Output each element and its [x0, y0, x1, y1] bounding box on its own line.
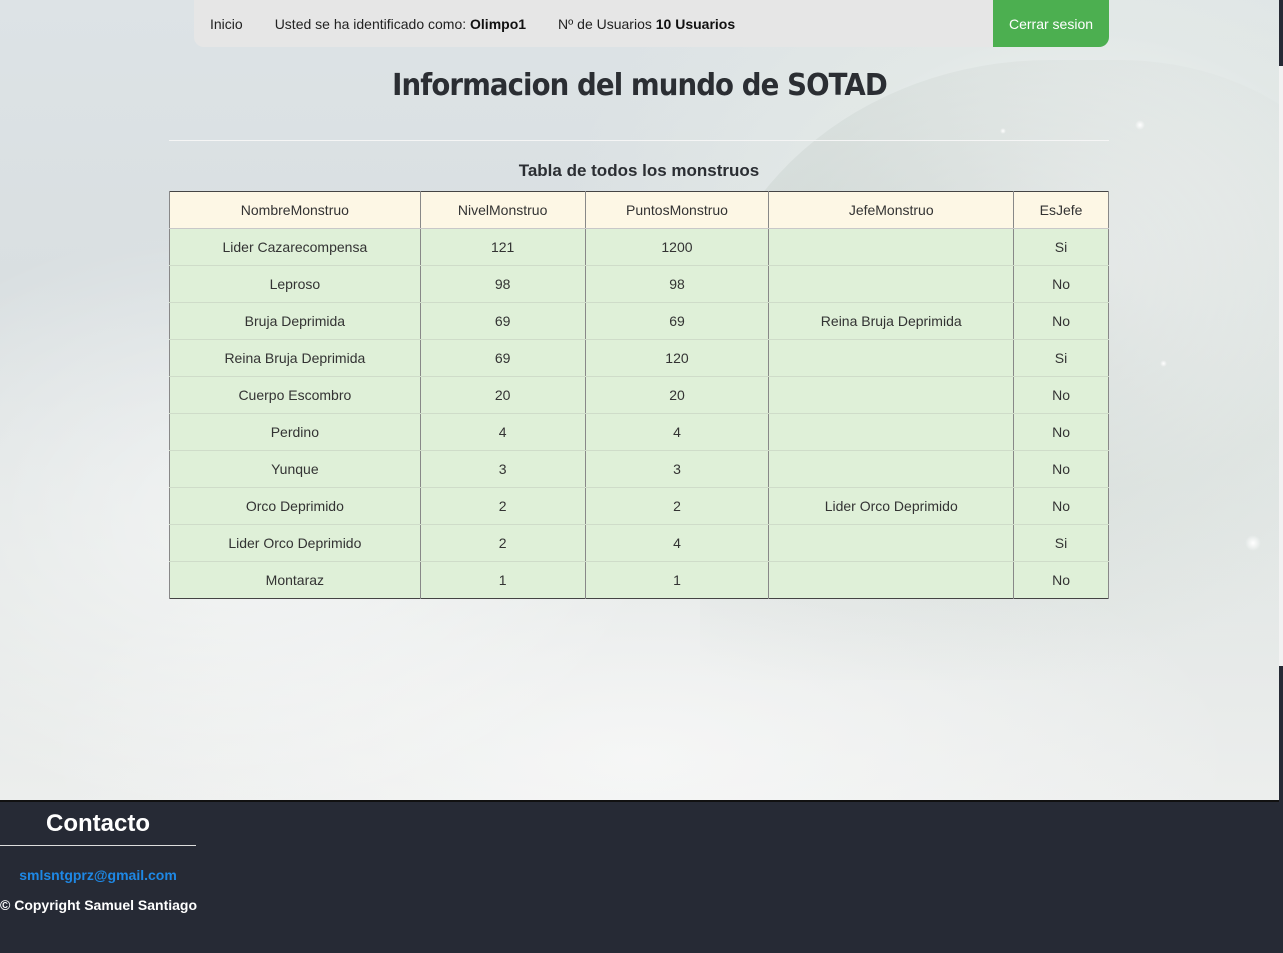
table-row: Perdino 4 4 No	[169, 413, 1109, 451]
cell-is-boss: No	[1013, 413, 1109, 451]
cell-is-boss: Si	[1013, 228, 1109, 266]
logged-username: Olimpo1	[470, 15, 527, 32]
cell-name: Yunque	[169, 450, 421, 488]
cell-name: Lider Orco Deprimido	[169, 524, 421, 562]
cell-points: 69	[584, 302, 770, 340]
table-row: Reina Bruja Deprimida 69 120 Si	[169, 339, 1109, 377]
nav-home-link[interactable]: Inicio	[194, 16, 259, 32]
logged-user-label: Usted se ha identificado como:	[274, 15, 471, 32]
cell-boss	[768, 413, 1015, 451]
cell-points: 120	[584, 339, 770, 377]
cell-level: 1	[419, 561, 586, 599]
cell-level: 2	[419, 487, 586, 525]
user-count-info: Nº de Usuarios 10 Usuarios	[542, 16, 751, 32]
cell-name: Reina Bruja Deprimida	[169, 339, 421, 377]
cell-name: Montaraz	[169, 561, 421, 599]
cell-points: 1	[584, 561, 770, 599]
cell-points: 98	[584, 265, 770, 303]
cell-points: 1200	[584, 228, 770, 266]
table-row: Montaraz 1 1 No	[169, 561, 1109, 599]
cell-is-boss: No	[1013, 265, 1109, 303]
window-edge	[1279, 0, 1283, 953]
contact-title: Contacto	[46, 810, 150, 837]
title-divider	[169, 140, 1109, 141]
top-navbar: Inicio Usted se ha identificado como: Ol…	[194, 0, 1109, 47]
cell-name: Perdino	[169, 413, 421, 451]
cell-is-boss: No	[1013, 487, 1109, 525]
contact-email-link[interactable]: smlsntgprz@gmail.com	[0, 867, 196, 883]
sparkle	[1000, 128, 1006, 134]
cell-points: 4	[584, 413, 770, 451]
cell-is-boss: No	[1013, 450, 1109, 488]
table-row: Cuerpo Escombro 20 20 No	[169, 376, 1109, 414]
table-header-row: NombreMonstruo NivelMonstruo PuntosMonst…	[169, 191, 1109, 229]
cell-points: 4	[584, 524, 770, 562]
cell-level: 3	[419, 450, 586, 488]
table-row: Leproso 98 98 No	[169, 265, 1109, 303]
column-header: PuntosMonstruo	[584, 191, 770, 229]
logged-user-info: Usted se ha identificado como: Olimpo1	[259, 16, 542, 32]
cell-level: 69	[419, 302, 586, 340]
cell-level: 69	[419, 339, 586, 377]
cell-name: Lider Cazarecompensa	[169, 228, 421, 266]
column-header: EsJefe	[1013, 191, 1109, 229]
cell-points: 20	[584, 376, 770, 414]
cell-level: 20	[419, 376, 586, 414]
cell-boss	[768, 524, 1015, 562]
cell-name: Cuerpo Escombro	[169, 376, 421, 414]
cell-boss	[768, 450, 1015, 488]
cell-is-boss: No	[1013, 376, 1109, 414]
column-header: NombreMonstruo	[169, 191, 421, 229]
sparkle	[1245, 535, 1261, 551]
sparkle	[1160, 360, 1167, 367]
table-row: Lider Orco Deprimido 2 4 Si	[169, 524, 1109, 562]
table-row: Orco Deprimido 2 2 Lider Orco Deprimido …	[169, 487, 1109, 525]
page-title: Informacion del mundo de SOTAD	[392, 68, 888, 103]
cell-boss	[768, 228, 1015, 266]
table-row: Bruja Deprimida 69 69 Reina Bruja Deprim…	[169, 302, 1109, 340]
monsters-table: NombreMonstruo NivelMonstruo PuntosMonst…	[169, 191, 1109, 599]
cell-level: 121	[419, 228, 586, 266]
cell-boss	[768, 265, 1015, 303]
cell-is-boss: Si	[1013, 524, 1109, 562]
cell-name: Orco Deprimido	[169, 487, 421, 525]
cell-level: 4	[419, 413, 586, 451]
table-row: Yunque 3 3 No	[169, 450, 1109, 488]
cell-is-boss: No	[1013, 302, 1109, 340]
column-header: NivelMonstruo	[419, 191, 586, 229]
sparkle	[1135, 120, 1145, 130]
cell-points: 2	[584, 487, 770, 525]
user-count-label: Nº de Usuarios	[558, 15, 656, 32]
cell-is-boss: Si	[1013, 339, 1109, 377]
contact-divider	[0, 845, 196, 846]
cell-level: 2	[419, 524, 586, 562]
cell-boss	[768, 339, 1015, 377]
copyright-text: © Copyright Samuel Santiago	[0, 897, 198, 913]
cell-name: Leproso	[169, 265, 421, 303]
cell-name: Bruja Deprimida	[169, 302, 421, 340]
cell-boss: Lider Orco Deprimido	[768, 487, 1015, 525]
cell-boss	[768, 376, 1015, 414]
column-header: JefeMonstruo	[768, 191, 1015, 229]
table-caption: Tabla de todos los monstruos	[518, 161, 760, 180]
table-row: Lider Cazarecompensa 121 1200 Si	[169, 228, 1109, 266]
cell-boss: Reina Bruja Deprimida	[768, 302, 1015, 340]
cell-points: 3	[584, 450, 770, 488]
cell-is-boss: No	[1013, 561, 1109, 599]
user-count-value: 10 Usuarios	[655, 15, 736, 32]
page-footer: Contacto smlsntgprz@gmail.com © Copyrigh…	[0, 800, 1279, 953]
cell-boss	[768, 561, 1015, 599]
logout-button[interactable]: Cerrar sesion	[993, 0, 1109, 47]
cell-level: 98	[419, 265, 586, 303]
